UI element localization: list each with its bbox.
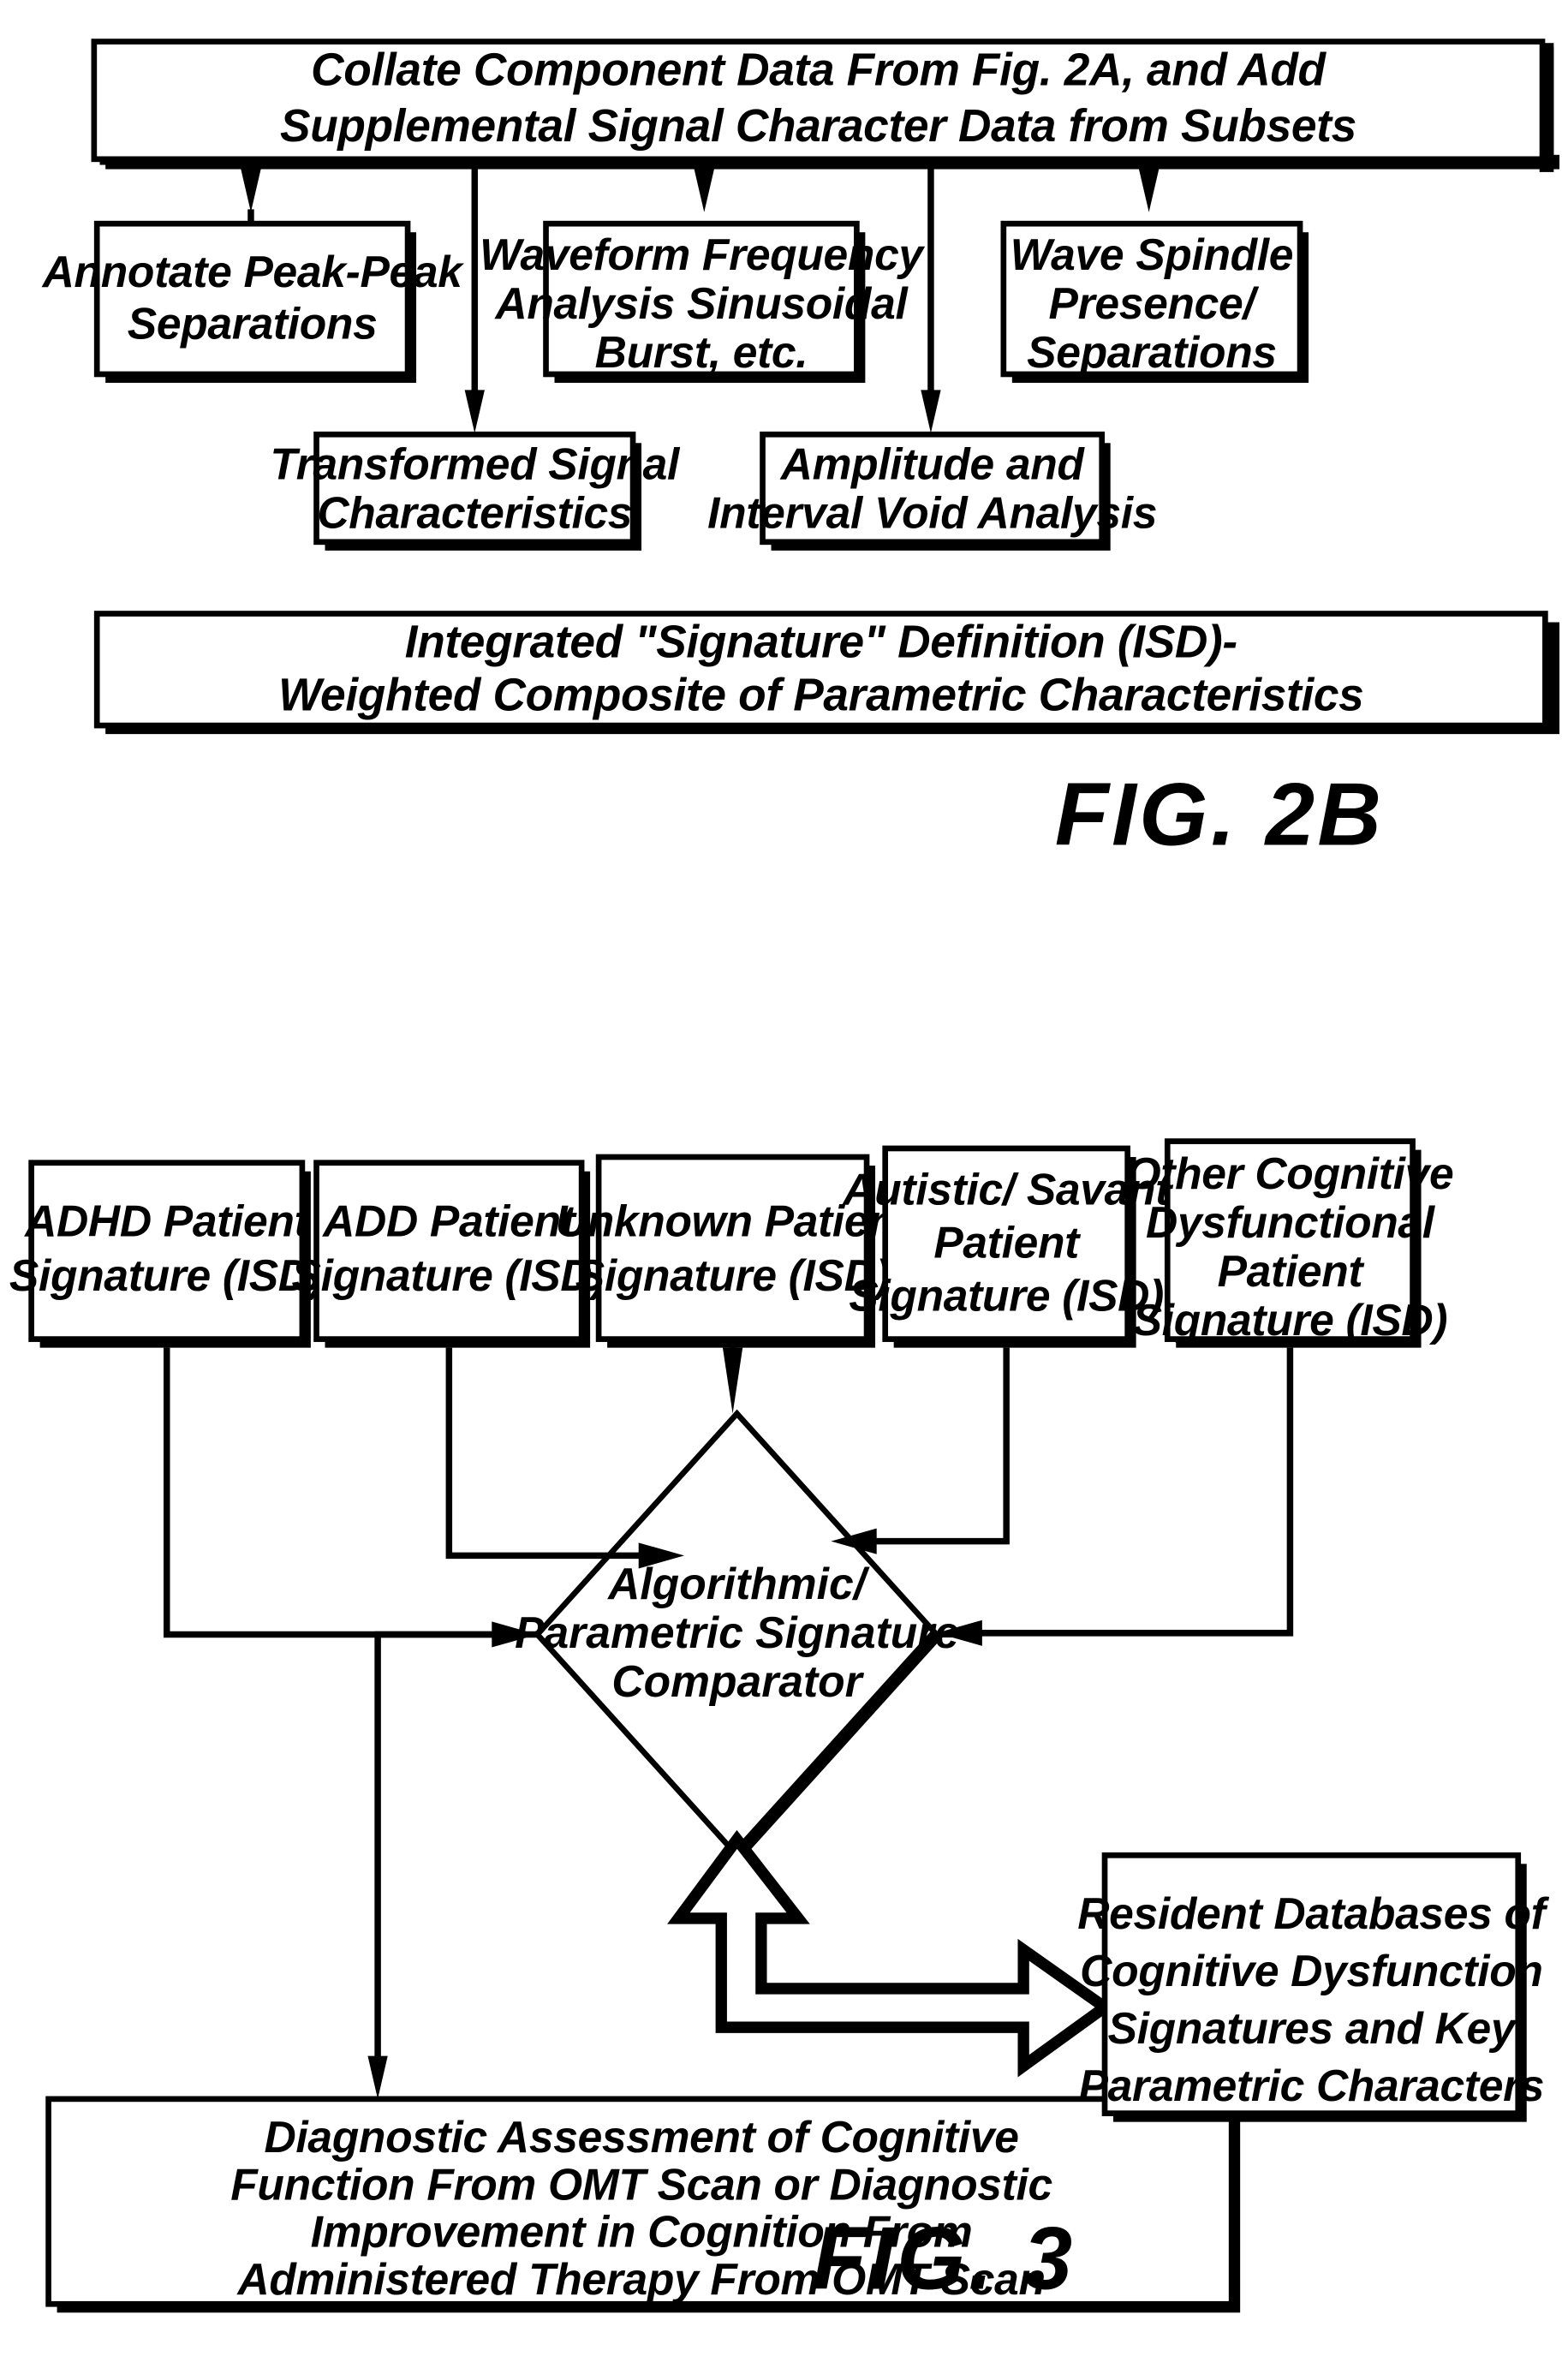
figure-3-label: FIG. 3 bbox=[813, 2208, 1076, 2307]
node-waveform-frequency: Waveform Frequency Analysis Sinusoidal B… bbox=[480, 220, 926, 383]
node-unknown-line-2: Signature (ISD) bbox=[575, 1250, 891, 1300]
figure-2b-label: FIG. 2B bbox=[1055, 764, 1385, 863]
node-add-patient-signature: ADD Patient Signature (ISD) bbox=[292, 1160, 607, 1348]
node-autistic-line-1: Autistic/ Savant bbox=[841, 1164, 1172, 1214]
node-comparator-line-2: Parametric Signature bbox=[515, 1608, 959, 1657]
node-add-line-2: Signature (ISD) bbox=[292, 1250, 607, 1300]
node-transformed-line-2: Characteristics bbox=[317, 487, 632, 537]
node-waveform-line-3: Burst, etc. bbox=[595, 327, 808, 377]
node-autistic-savant-patient-signature: Autistic/ Savant Patient Signature (ISD) bbox=[841, 1145, 1172, 1348]
node-databases-line-4: Parametric Characters bbox=[1079, 2061, 1545, 2110]
node-wave-spindle: Wave Spindle Presence/ Separations bbox=[1000, 220, 1309, 383]
node-databases-line-1: Resident Databases of bbox=[1077, 1888, 1549, 1938]
node-transformed-line-1: Transformed Signal bbox=[271, 438, 681, 488]
node-annotate-peak-peak: Annotate Peak-Peak Separations bbox=[41, 220, 465, 383]
node-add-line-1: ADD Patient bbox=[321, 1196, 577, 1245]
node-annotate-line-1: Annotate Peak-Peak bbox=[41, 247, 465, 296]
node-isd-line-1: Integrated "Signature" Definition (ISD)- bbox=[405, 617, 1237, 667]
node-annotate-line-2: Separations bbox=[128, 298, 378, 348]
figure-3: ADHD Patient Signature (ISD) ADD Patient… bbox=[9, 1138, 1550, 2313]
node-other-cognitive-dysfunctional-signature: Other Cognitive Dysfunctional Patient Si… bbox=[1126, 1138, 1454, 1348]
node-algorithmic-parametric-signature-comparator: Algorithmic/ Parametric Signature Compar… bbox=[515, 1409, 959, 1860]
node-diagnostic-line-1: Diagnostic Assessment of Cognitive bbox=[264, 2112, 1018, 2162]
node-diagnostic-line-2: Function From OMT Scan or Diagnostic bbox=[230, 2159, 1052, 2209]
node-waveform-line-1: Waveform Frequency bbox=[480, 230, 925, 279]
node-collate-component-data: Collate Component Data From Fig. 2A, and… bbox=[91, 39, 1560, 172]
node-amplitude-line-1: Amplitude and bbox=[779, 438, 1086, 488]
node-adhd-line-1: ADHD Patient bbox=[23, 1196, 310, 1245]
node-adhd-line-2: Signature (ISD) bbox=[9, 1250, 325, 1300]
node-adhd-patient-signature: ADHD Patient Signature (ISD) bbox=[9, 1160, 325, 1348]
node-spindle-line-1: Wave Spindle bbox=[1011, 230, 1293, 279]
node-collate-line-2: Supplemental Signal Character Data from … bbox=[280, 101, 1356, 152]
node-amplitude-line-2: Interval Void Analysis bbox=[707, 487, 1157, 537]
node-spindle-line-3: Separations bbox=[1027, 327, 1277, 377]
patent-drawing-sheet: Collate Component Data From Fig. 2A, and… bbox=[0, 0, 1568, 2380]
node-other-line-2: Dysfunctional bbox=[1146, 1197, 1436, 1247]
node-databases-line-3: Signatures and Key bbox=[1108, 2003, 1517, 2053]
node-collate-line-1: Collate Component Data From Fig. 2A, and… bbox=[311, 45, 1327, 95]
node-other-line-1: Other Cognitive bbox=[1126, 1148, 1453, 1198]
node-spindle-line-2: Presence/ bbox=[1049, 278, 1260, 328]
node-autistic-line-2: Patient bbox=[933, 1217, 1081, 1267]
figure-2b: Collate Component Data From Fig. 2A, and… bbox=[41, 39, 1560, 864]
node-amplitude-interval-void: Amplitude and Interval Void Analysis bbox=[707, 431, 1157, 551]
node-other-line-3: Patient bbox=[1218, 1246, 1365, 1296]
node-isd-line-2: Weighted Composite of Parametric Charact… bbox=[278, 670, 1363, 720]
node-transformed-signal: Transformed Signal Characteristics bbox=[271, 431, 681, 551]
node-comparator-line-3: Comparator bbox=[611, 1656, 864, 1706]
node-autistic-line-3: Signature (ISD) bbox=[849, 1270, 1164, 1320]
node-integrated-signature-definition: Integrated "Signature" Definition (ISD)-… bbox=[93, 611, 1560, 735]
node-databases-line-2: Cognitive Dysfunction bbox=[1080, 1946, 1542, 1995]
block-arrow-comparator-to-databases[interactable] bbox=[667, 1829, 1115, 2078]
node-waveform-line-2: Analysis Sinusoidal bbox=[493, 278, 909, 328]
node-resident-databases: Resident Databases of Cognitive Dysfunct… bbox=[1077, 1852, 1550, 2122]
node-other-line-4: Signature (ISD) bbox=[1133, 1295, 1448, 1345]
